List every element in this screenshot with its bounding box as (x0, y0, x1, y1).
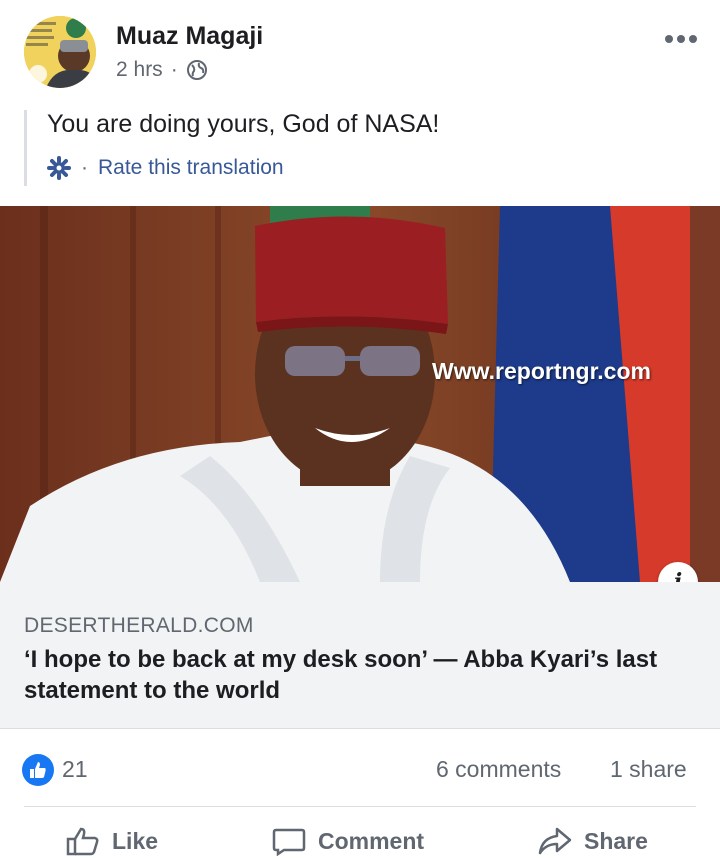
comment-label: Comment (318, 827, 425, 854)
thumbs-up-glyph (30, 762, 46, 778)
post-text-block: You are doing yours, God of NASA! · Rate… (24, 110, 627, 186)
link-preview[interactable]: DESERTHERALD.COM ‘I hope to be back at m… (0, 582, 720, 729)
meta-separator: · (170, 58, 178, 81)
engagement-stats: 21 6 comments 1 share (0, 748, 720, 792)
like-label: Like (112, 827, 159, 854)
rate-translation-link[interactable]: · Rate this translation (47, 156, 284, 180)
share-label: Share (584, 827, 648, 854)
share-icon (538, 827, 572, 855)
translate-separator: · (81, 156, 88, 179)
comment-icon (272, 828, 306, 856)
rate-translation-label[interactable]: Rate this translation (98, 156, 284, 180)
more-icon[interactable] (664, 30, 698, 48)
actions-divider (24, 806, 696, 807)
post-text: You are doing yours, God of NASA! (47, 110, 440, 138)
shares-count[interactable]: 1 share (610, 756, 687, 783)
action-bar: Like Comment Share (0, 818, 720, 858)
comments-count[interactable]: 6 comments (436, 756, 561, 783)
info-icon-glyph: i (673, 569, 683, 582)
globe-icon (186, 60, 207, 80)
link-domain: DESERTHERALD.COM (24, 614, 254, 637)
like-button[interactable]: Like (66, 826, 158, 856)
share-button[interactable]: Share (538, 826, 648, 856)
post-time[interactable]: 2 hrs (116, 58, 163, 82)
avatar-image (24, 16, 96, 88)
gear-icon (47, 156, 71, 180)
post-header: Muaz Magaji 2 hrs · (0, 0, 720, 100)
link-image[interactable]: Www.reportngr.com i (0, 206, 720, 582)
thumbs-up-icon[interactable] (22, 754, 54, 786)
comment-button[interactable]: Comment (272, 826, 424, 856)
photo-watermark: Www.reportngr.com (432, 358, 651, 384)
portrait-photo (0, 206, 720, 582)
reaction-count[interactable]: 21 (62, 756, 88, 783)
avatar[interactable] (24, 16, 96, 88)
post-meta: 2 hrs · (116, 58, 208, 82)
link-headline[interactable]: ‘I hope to be back at my desk soon’ — Ab… (24, 644, 704, 706)
like-icon (66, 827, 99, 856)
author-name[interactable]: Muaz Magaji (116, 22, 263, 51)
